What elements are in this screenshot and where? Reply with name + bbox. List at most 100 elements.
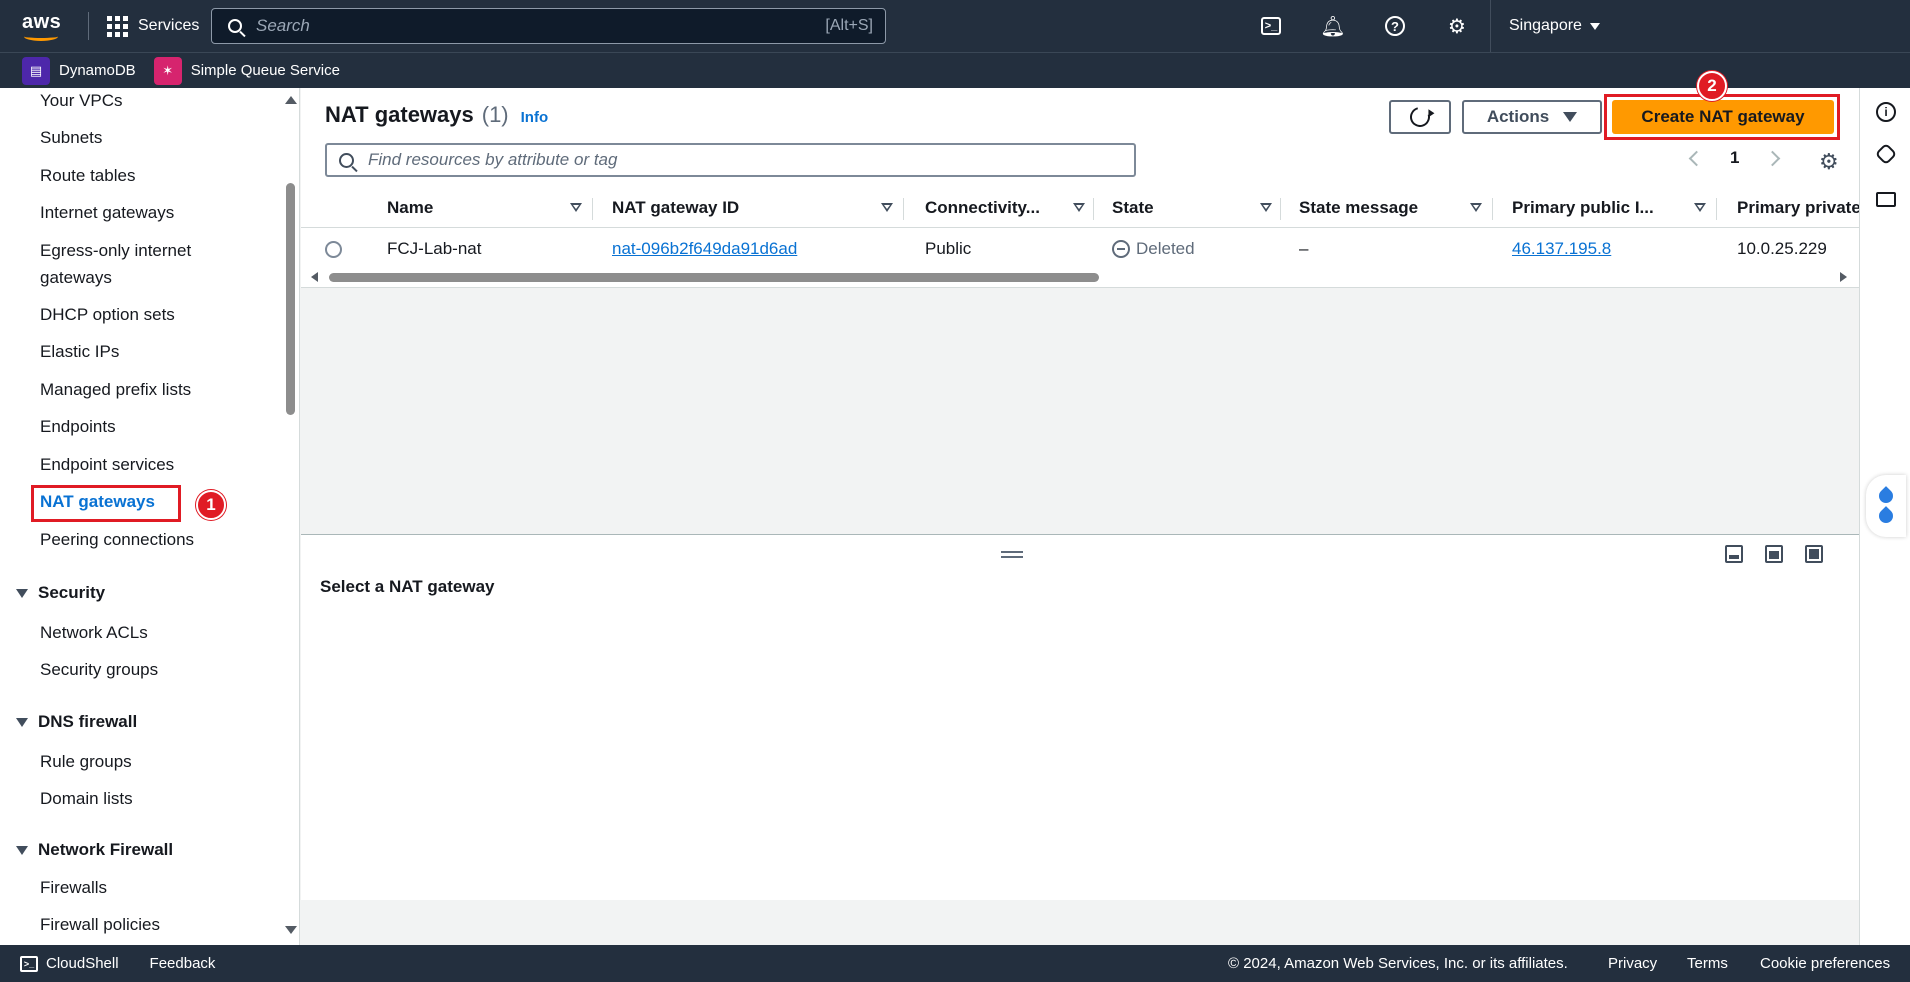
sidebar-item-managed-prefix-lists[interactable]: Managed prefix lists: [40, 376, 191, 403]
table-row[interactable]: FCJ-Lab-nat nat-096b2f649da91d6ad Public…: [301, 229, 1859, 269]
table-horizontal-scrollbar[interactable]: [309, 271, 1849, 283]
cloudshell-button[interactable]: >_: [1255, 10, 1287, 42]
column-header-nat-gateway-id[interactable]: NAT gateway ID: [612, 188, 903, 228]
screen-icon[interactable]: [1876, 192, 1896, 207]
column-header-primary-private-ip[interactable]: Primary private: [1737, 188, 1859, 228]
help-icon: ?: [1385, 16, 1405, 36]
panel-full-icon[interactable]: [1805, 545, 1823, 563]
cookie-preferences-link[interactable]: Cookie preferences: [1760, 955, 1890, 972]
privacy-link[interactable]: Privacy: [1608, 955, 1657, 972]
cloudshell-label: CloudShell: [46, 955, 119, 972]
help-button[interactable]: ?: [1379, 10, 1411, 42]
caret-down-icon: [16, 845, 28, 855]
sidebar-item-route-tables[interactable]: Route tables: [40, 162, 135, 189]
actions-label: Actions: [1486, 107, 1550, 126]
scrollbar-thumb[interactable]: [286, 183, 295, 415]
cell-public-ip-link[interactable]: 46.137.195.8: [1512, 229, 1611, 269]
column-header-primary-public-ip[interactable]: Primary public I...: [1512, 188, 1716, 228]
services-menu-button[interactable]: Services: [107, 15, 200, 37]
scroll-left-icon[interactable]: [311, 272, 318, 282]
sidebar-item-domain-lists[interactable]: Domain lists: [40, 785, 133, 812]
annotation-badge-step-1: 1: [196, 490, 226, 520]
chevron-left-icon[interactable]: [1688, 150, 1705, 166]
settings-button[interactable]: ⚙︎: [1441, 10, 1473, 42]
scroll-up-icon[interactable]: [285, 96, 297, 104]
favorite-sqs[interactable]: ✶ Simple Queue Service: [153, 56, 340, 85]
cell-nat-gateway-id-link[interactable]: nat-096b2f649da91d6ad: [612, 229, 797, 269]
sidebar-item-dhcp-option-sets[interactable]: DHCP option sets: [40, 301, 175, 328]
sort-icon: [1073, 203, 1085, 212]
grid-icon: [107, 15, 128, 37]
caret-down-icon: [16, 588, 28, 598]
sidebar-item-endpoints[interactable]: Endpoints: [40, 413, 116, 440]
sidebar-item-internet-gateways[interactable]: Internet gateways: [40, 199, 174, 226]
column-header-state-message[interactable]: State message: [1299, 188, 1492, 228]
table-preferences-gear-icon[interactable]: ⚙︎: [1819, 149, 1839, 175]
region-selector[interactable]: Singapore: [1490, 0, 1600, 52]
actions-dropdown-button[interactable]: Actions: [1462, 100, 1602, 134]
floating-assistant-widget[interactable]: [1866, 475, 1906, 537]
services-label: Services: [138, 17, 200, 34]
search-input[interactable]: [256, 16, 826, 36]
sidebar-item-subnets[interactable]: Subnets: [40, 124, 102, 151]
section-title: DNS firewall: [38, 712, 138, 731]
favorite-dynamodb[interactable]: ▤ DynamoDB: [22, 56, 136, 85]
sort-icon: [570, 203, 582, 212]
sidebar-item-security-groups[interactable]: Security groups: [40, 656, 158, 683]
search-shortcut-hint: [Alt+S]: [825, 17, 873, 34]
cloudshell-icon: >_: [20, 955, 38, 972]
info-link[interactable]: Info: [521, 109, 549, 126]
section-title: Security: [38, 583, 106, 602]
global-search[interactable]: [Alt+S]: [211, 8, 886, 44]
sidebar-item-egress-only-gateways[interactable]: Egress-only internet gateways: [40, 237, 250, 291]
column-header-state[interactable]: State: [1112, 188, 1282, 228]
terms-link[interactable]: Terms: [1687, 955, 1728, 972]
sidebar-item-rule-groups[interactable]: Rule groups: [40, 748, 132, 775]
refresh-button[interactable]: [1389, 100, 1451, 134]
nat-gateways-table-panel: NAT gateways (1) Info Actions Create NAT…: [301, 71, 1859, 288]
feedback-link[interactable]: Feedback: [150, 955, 216, 972]
info-icon[interactable]: i: [1876, 102, 1896, 122]
sidebar-item-endpoint-services[interactable]: Endpoint services: [40, 451, 174, 478]
panel-half-icon[interactable]: [1765, 545, 1783, 563]
current-page[interactable]: 1: [1730, 148, 1739, 168]
hexagon-icon[interactable]: [1874, 142, 1898, 166]
droplet-icon: [1876, 506, 1896, 526]
search-icon: [228, 19, 242, 33]
filter-input[interactable]: [368, 150, 1134, 170]
column-header-name[interactable]: Name: [387, 188, 592, 228]
caret-down-icon: [16, 717, 28, 727]
sidebar-item-firewalls[interactable]: Firewalls: [40, 874, 107, 901]
resize-handle-icon[interactable]: [1001, 551, 1023, 558]
cell-state: Deleted: [1112, 229, 1195, 269]
region-label: Singapore: [1509, 17, 1582, 34]
panel-collapsed-icon[interactable]: [1725, 545, 1743, 563]
details-placeholder-title: Select a NAT gateway: [320, 577, 495, 596]
annotation-highlight-nat-gateways: [31, 485, 181, 522]
scrollbar-thumb[interactable]: [329, 273, 1099, 282]
sidebar-item-firewall-policies[interactable]: Firewall policies: [40, 911, 160, 938]
sidebar-item-elastic-ips[interactable]: Elastic IPs: [40, 338, 119, 365]
notifications-button[interactable]: 🔔︎: [1317, 10, 1349, 42]
scroll-down-icon[interactable]: [285, 926, 297, 934]
sidebar-item-your-vpcs[interactable]: Your VPCs: [40, 88, 123, 114]
favorites-bar: ▤ DynamoDB ✶ Simple Queue Service: [0, 52, 1910, 88]
sidebar-scrollbar[interactable]: [283, 88, 297, 945]
side-navigation: Your VPCs Subnets Route tables Internet …: [0, 88, 300, 945]
footer-cloudshell-button[interactable]: >_ CloudShell: [20, 955, 119, 972]
row-select-radio[interactable]: [325, 229, 342, 269]
sidebar-section-network-firewall[interactable]: Network Firewall: [16, 840, 173, 860]
caret-down-icon: [1589, 22, 1600, 30]
cell-private-ip: 10.0.25.229: [1737, 239, 1827, 258]
aws-logo[interactable]: aws: [20, 8, 76, 44]
sidebar-section-dns-firewall[interactable]: DNS firewall: [16, 712, 137, 732]
sidebar-section-security[interactable]: Security: [16, 583, 105, 603]
resource-filter[interactable]: [325, 143, 1136, 177]
sidebar-item-network-acls[interactable]: Network ACLs: [40, 619, 148, 646]
column-header-connectivity[interactable]: Connectivity...: [925, 188, 1095, 228]
sidebar-item-peering-connections[interactable]: Peering connections: [40, 526, 194, 553]
chevron-right-icon[interactable]: [1765, 150, 1781, 166]
sqs-icon: ✶: [153, 56, 182, 85]
bell-icon: 🔔︎: [1320, 15, 1346, 38]
scroll-right-icon[interactable]: [1840, 272, 1847, 282]
